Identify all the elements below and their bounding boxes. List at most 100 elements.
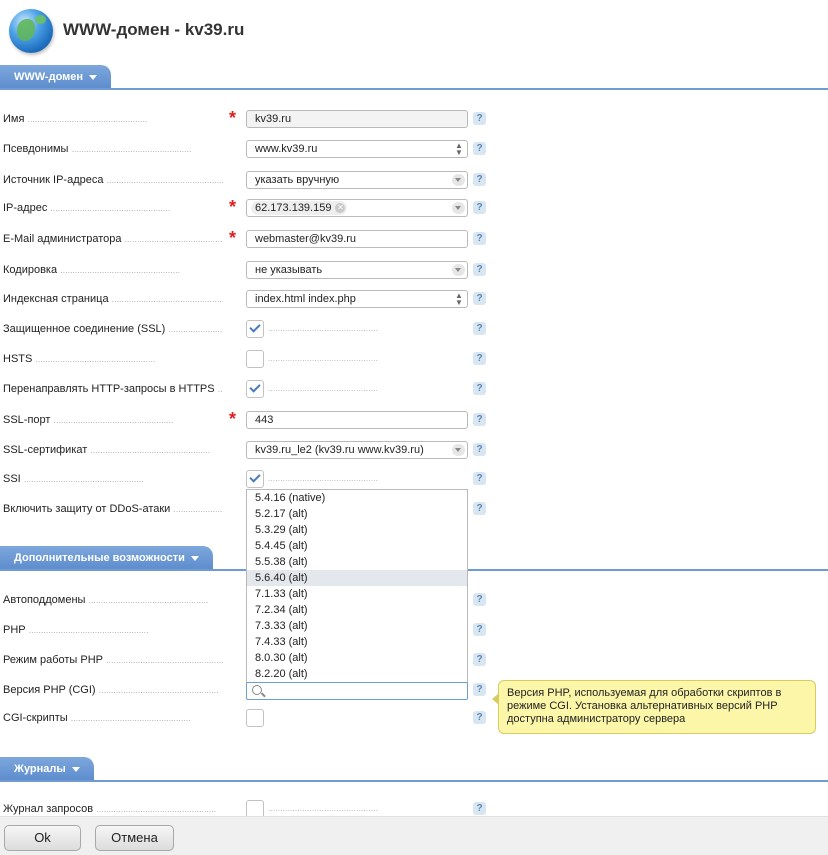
remove-icon[interactable]: ✕ xyxy=(335,203,346,213)
resize-arrows-icon[interactable]: ▲ ▼ xyxy=(455,142,463,157)
caret-down-icon xyxy=(89,74,98,80)
leader-dots: . . . . . . . . . . . . . . . . . . . . … xyxy=(268,324,378,333)
index-page-field[interactable]: index.html index.php ▲ ▼ xyxy=(246,290,468,308)
help-icon[interactable]: ? xyxy=(473,352,486,365)
section-divider xyxy=(0,88,828,90)
field-label: Включить защиту от DDoS-атаки xyxy=(3,497,223,521)
php-version-option[interactable]: 5.2.17 (alt) xyxy=(247,506,467,522)
help-icon[interactable]: ? xyxy=(473,623,486,636)
row-index: Индексная страница index.html index.php ▲… xyxy=(0,287,500,311)
php-version-option[interactable]: 8.0.30 (alt) xyxy=(247,650,467,666)
help-tooltip: Версия PHP, используемая для обработки с… xyxy=(492,680,816,734)
section-tab-label: Журналы xyxy=(14,763,66,775)
ssl-cert-select[interactable]: kv39.ru_le2 (kv39.ru www.kv39.ru) xyxy=(246,441,468,459)
search-icon xyxy=(252,685,262,695)
ssi-checkbox[interactable] xyxy=(246,470,264,488)
row-ssl: Защищенное соединение (SSL) . . . . . . … xyxy=(0,317,500,341)
section-tab-label: Дополнительные возможности xyxy=(14,552,185,564)
help-icon[interactable]: ? xyxy=(473,502,486,515)
php-version-dropdown[interactable]: 5.4.16 (native) 5.2.17 (alt) 5.3.29 (alt) 5… xyxy=(246,489,468,683)
help-icon[interactable]: ? xyxy=(473,292,486,305)
field-label: SSL-сертификат xyxy=(3,438,223,462)
page-title: WWW-домен - kv39.ru xyxy=(63,20,245,39)
field-label: Режим работы PHP xyxy=(3,648,223,672)
row-ssi: SSI . . . . . . . . . . . . . . . . . . … xyxy=(0,467,500,491)
php-version-option[interactable]: 8.2.20 (alt) xyxy=(247,666,467,682)
row-cgi: CGI-скрипты ? xyxy=(0,706,500,730)
field-label: Версия PHP (CGI) xyxy=(3,678,223,702)
ip-value: 62.173.139.159 xyxy=(255,202,332,214)
php-version-option[interactable]: 7.2.34 (alt) xyxy=(247,602,467,618)
help-icon[interactable]: ? xyxy=(473,593,486,606)
help-icon[interactable]: ? xyxy=(473,413,486,426)
ip-select[interactable]: 62.173.139.159 ✕ xyxy=(246,199,468,217)
row-ssl-port: SSL-порт * 443 ? xyxy=(0,408,500,432)
resize-arrows-icon[interactable]: ▲ ▼ xyxy=(455,292,463,307)
help-icon[interactable]: ? xyxy=(473,472,486,485)
required-marker: * xyxy=(229,197,237,217)
checkmark-icon xyxy=(249,471,261,483)
php-version-search-input[interactable] xyxy=(246,682,468,700)
php-version-option[interactable]: 5.4.16 (native) xyxy=(247,490,467,506)
ok-button[interactable]: Ok xyxy=(4,825,81,851)
row-redirect-https: Перенаправлять HTTP-запросы в HTTPS . . … xyxy=(0,377,500,401)
field-label: CGI-скрипты xyxy=(3,706,223,730)
php-version-option[interactable]: 5.5.38 (alt) xyxy=(247,554,467,570)
chevron-down-icon[interactable] xyxy=(452,444,465,456)
help-icon[interactable]: ? xyxy=(473,382,486,395)
chevron-down-icon[interactable] xyxy=(452,202,465,214)
ssl-checkbox[interactable] xyxy=(246,320,264,338)
help-icon[interactable]: ? xyxy=(473,683,486,696)
field-label: E-Mail администратора xyxy=(3,227,223,251)
ssl-port-field[interactable]: 443 xyxy=(246,411,468,429)
php-version-option[interactable]: 5.4.45 (alt) xyxy=(247,538,467,554)
php-version-option[interactable]: 5.3.29 (alt) xyxy=(247,522,467,538)
page-header: WWW-домен - kv39.ru xyxy=(0,0,828,62)
redirect-https-checkbox[interactable] xyxy=(246,380,264,398)
chevron-down-icon[interactable] xyxy=(452,174,465,186)
help-icon[interactable]: ? xyxy=(473,443,486,456)
help-icon[interactable]: ? xyxy=(473,112,486,125)
help-icon[interactable]: ? xyxy=(473,263,486,276)
help-icon[interactable]: ? xyxy=(473,232,486,245)
section-tab-extra[interactable]: Дополнительные возможности xyxy=(0,546,213,570)
help-icon[interactable]: ? xyxy=(473,201,486,214)
row-name: Имя * kv39.ru ? xyxy=(0,107,500,131)
footer-bar: Ok Отмена xyxy=(0,816,828,855)
section-divider xyxy=(0,780,828,782)
field-label: Защищенное соединение (SSL) xyxy=(3,317,223,341)
email-field[interactable]: webmaster@kv39.ru xyxy=(246,230,468,248)
row-charset: Кодировка не указывать ? xyxy=(0,258,500,282)
required-marker: * xyxy=(229,409,237,429)
hsts-checkbox[interactable] xyxy=(246,350,264,368)
required-marker: * xyxy=(229,108,237,128)
help-icon[interactable]: ? xyxy=(473,653,486,666)
help-icon[interactable]: ? xyxy=(473,711,486,724)
help-icon[interactable]: ? xyxy=(473,322,486,335)
cgi-checkbox[interactable] xyxy=(246,709,264,727)
php-version-option[interactable]: 7.1.33 (alt) xyxy=(247,586,467,602)
cancel-button[interactable]: Отмена xyxy=(95,825,174,851)
help-icon[interactable]: ? xyxy=(473,802,486,815)
help-icon[interactable]: ? xyxy=(473,173,486,186)
leader-dots: . . . . . . . . . . . . . . . . . . . . … xyxy=(268,384,378,393)
field-label: Источник IP-адреса xyxy=(3,168,223,192)
row-hsts: HSTS . . . . . . . . . . . . . . . . . .… xyxy=(0,347,500,371)
chevron-down-icon[interactable] xyxy=(452,264,465,276)
field-label: SSL-порт xyxy=(3,408,223,432)
aliases-value: www.kv39.ru xyxy=(255,143,318,155)
row-ssl-cert: SSL-сертификат kv39.ru_le2 (kv39.ru www.… xyxy=(0,438,500,462)
field-label: Индексная страница xyxy=(3,287,223,311)
section-tab-domain[interactable]: WWW-домен xyxy=(0,65,112,89)
charset-select[interactable]: не указывать xyxy=(246,261,468,279)
field-label: PHP xyxy=(3,618,223,642)
ip-source-select[interactable]: указать вручную xyxy=(246,171,468,189)
help-icon[interactable]: ? xyxy=(473,142,486,155)
php-version-option[interactable]: 5.6.40 (alt) xyxy=(247,570,467,586)
php-version-option[interactable]: 7.4.33 (alt) xyxy=(247,634,467,650)
ip-source-value: указать вручную xyxy=(255,174,340,186)
section-tab-logs[interactable]: Журналы xyxy=(0,757,94,781)
aliases-field[interactable]: www.kv39.ru ▲ ▼ xyxy=(246,140,468,158)
name-field[interactable]: kv39.ru xyxy=(246,110,468,128)
php-version-option[interactable]: 7.3.33 (alt) xyxy=(247,618,467,634)
